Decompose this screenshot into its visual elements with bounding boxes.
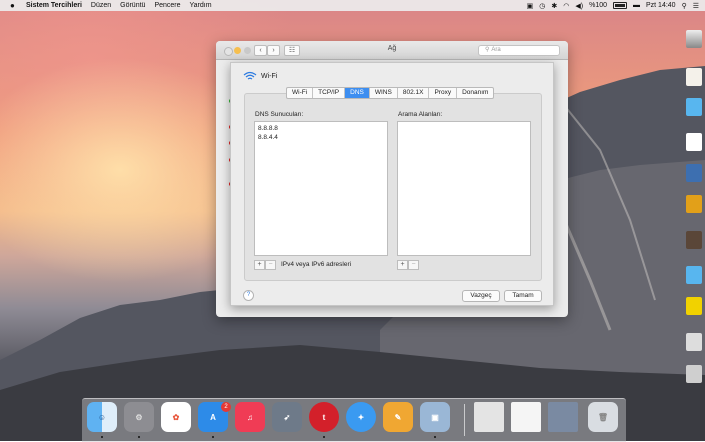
pages-icon[interactable]: ✎ bbox=[383, 402, 413, 432]
running-indicator bbox=[101, 436, 103, 438]
running-indicator bbox=[434, 436, 436, 438]
tab-hardware[interactable]: Donanım bbox=[457, 88, 493, 98]
document-thumbnail-icon[interactable] bbox=[511, 402, 541, 432]
remove-domain-button[interactable]: − bbox=[408, 260, 419, 270]
input-flag-icon[interactable]: ▬ bbox=[633, 2, 640, 9]
wifi-status-icon[interactable]: ◠ bbox=[563, 2, 569, 10]
search-field[interactable]: ⚲ Ara bbox=[478, 45, 560, 56]
advanced-settings-sheet: Wi-Fi DNS Sunucuları: 8.8.8.8 8.8.4.4 + … bbox=[230, 62, 554, 306]
notification-center-icon[interactable]: ☰ bbox=[693, 2, 699, 10]
desktop-home-icon[interactable] bbox=[686, 68, 702, 86]
volume-icon[interactable]: ◀) bbox=[575, 2, 583, 10]
battery-icon[interactable] bbox=[613, 2, 627, 9]
add-dns-button[interactable]: + bbox=[254, 260, 265, 270]
app-store-badge: 2 bbox=[221, 402, 231, 412]
menu-help[interactable]: Yardım bbox=[190, 2, 212, 9]
timemachine-icon[interactable]: ◷ bbox=[539, 2, 545, 10]
menu-bar: ● Sistem Tercihleri Düzen Görüntü Pencer… bbox=[0, 0, 705, 11]
desktop-app-icon[interactable] bbox=[686, 195, 702, 213]
menu-edit[interactable]: Düzen bbox=[91, 2, 111, 9]
battery-percent[interactable]: %100 bbox=[589, 2, 607, 9]
preview-icon[interactable]: ▣ bbox=[420, 402, 450, 432]
sheet-header: Wi-Fi bbox=[243, 71, 277, 81]
clock[interactable]: Pzt 14:40 bbox=[646, 2, 676, 9]
wifi-icon bbox=[243, 71, 257, 80]
image-thumbnail-icon[interactable] bbox=[548, 402, 578, 432]
spotlight-icon[interactable]: ⚲ bbox=[682, 2, 687, 10]
user-icon[interactable]: ▣ bbox=[527, 2, 534, 10]
running-indicator bbox=[138, 436, 140, 438]
running-indicator bbox=[212, 436, 214, 438]
menu-window[interactable]: Pencere bbox=[154, 2, 180, 9]
menu-app-name[interactable]: Sistem Tercihleri bbox=[26, 2, 82, 9]
dns-servers-label: DNS Sunucuları: bbox=[255, 111, 304, 118]
add-domain-button[interactable]: + bbox=[397, 260, 408, 270]
t-app-icon[interactable]: t bbox=[309, 402, 339, 432]
menu-view[interactable]: Görüntü bbox=[120, 2, 145, 9]
tab-dns[interactable]: DNS bbox=[345, 88, 370, 98]
help-button[interactable]: ? bbox=[243, 290, 254, 301]
safari-icon[interactable]: ✦ bbox=[346, 402, 376, 432]
cancel-button[interactable]: Vazgeç bbox=[462, 290, 500, 302]
tab-8021x[interactable]: 802.1X bbox=[398, 88, 430, 98]
remove-dns-button[interactable]: − bbox=[265, 260, 276, 270]
desktop-folder-icon[interactable] bbox=[686, 98, 702, 116]
apple-menu-icon[interactable]: ● bbox=[10, 0, 20, 11]
system-preferences-icon[interactable]: ⚙ bbox=[124, 402, 154, 432]
search-icon: ⚲ bbox=[485, 47, 490, 53]
ok-button[interactable]: Tamam bbox=[504, 290, 542, 302]
desktop-drive-icon[interactable] bbox=[686, 30, 702, 48]
tab-tcpip[interactable]: TCP/IP bbox=[313, 88, 346, 98]
desktop-radiation-icon[interactable] bbox=[686, 297, 702, 315]
desktop-screenshot-icon-2[interactable] bbox=[686, 365, 702, 383]
desktop-person-icon[interactable] bbox=[686, 231, 702, 249]
settings-tabs: Wi-Fi TCP/IP DNS WINS 802.1X Proxy Donan… bbox=[286, 87, 495, 99]
desktop-freeware-icon[interactable] bbox=[686, 133, 702, 151]
music-icon[interactable]: ♫ bbox=[235, 402, 265, 432]
desktop-folder-icon-2[interactable] bbox=[686, 266, 702, 284]
running-indicator bbox=[323, 436, 325, 438]
photos-icon[interactable]: ✿ bbox=[161, 402, 191, 432]
tab-proxy[interactable]: Proxy bbox=[429, 88, 458, 98]
window-thumbnail-icon[interactable] bbox=[474, 402, 504, 432]
search-placeholder: Ara bbox=[491, 47, 501, 53]
sheet-title: Wi-Fi bbox=[261, 72, 278, 80]
finder-icon[interactable]: ☺ bbox=[87, 402, 117, 432]
search-domains-label: Arama Alanları: bbox=[398, 111, 443, 118]
tab-wins[interactable]: WINS bbox=[370, 88, 398, 98]
launchpad-icon[interactable]: ➶ bbox=[272, 402, 302, 432]
dock-separator bbox=[464, 404, 465, 436]
window-titlebar: ‹ › ☷ Ağ ⚲ Ara bbox=[216, 41, 568, 60]
bluetooth-icon[interactable]: ✱ bbox=[551, 2, 557, 10]
desktop-screenshot-icon[interactable] bbox=[686, 333, 702, 351]
tab-wifi[interactable]: Wi-Fi bbox=[287, 88, 314, 98]
dns-server-item[interactable]: 8.8.8.8 bbox=[255, 124, 387, 133]
desktop-photo-icon[interactable] bbox=[686, 164, 702, 182]
trash-icon[interactable]: 🗑 bbox=[588, 402, 618, 432]
status-area: ▣ ◷ ✱ ◠ ◀) %100 ▬ Pzt 14:40 ⚲ ☰ bbox=[527, 0, 699, 11]
dns-server-item[interactable]: 8.8.4.4 bbox=[255, 133, 387, 142]
dns-panel: DNS Sunucuları: 8.8.8.8 8.8.4.4 + − IPv4… bbox=[244, 93, 542, 281]
address-hint: IPv4 veya IPv6 adresleri bbox=[281, 261, 352, 268]
dns-servers-list[interactable]: 8.8.8.8 8.8.4.4 bbox=[254, 121, 388, 256]
search-domains-list[interactable] bbox=[397, 121, 531, 256]
